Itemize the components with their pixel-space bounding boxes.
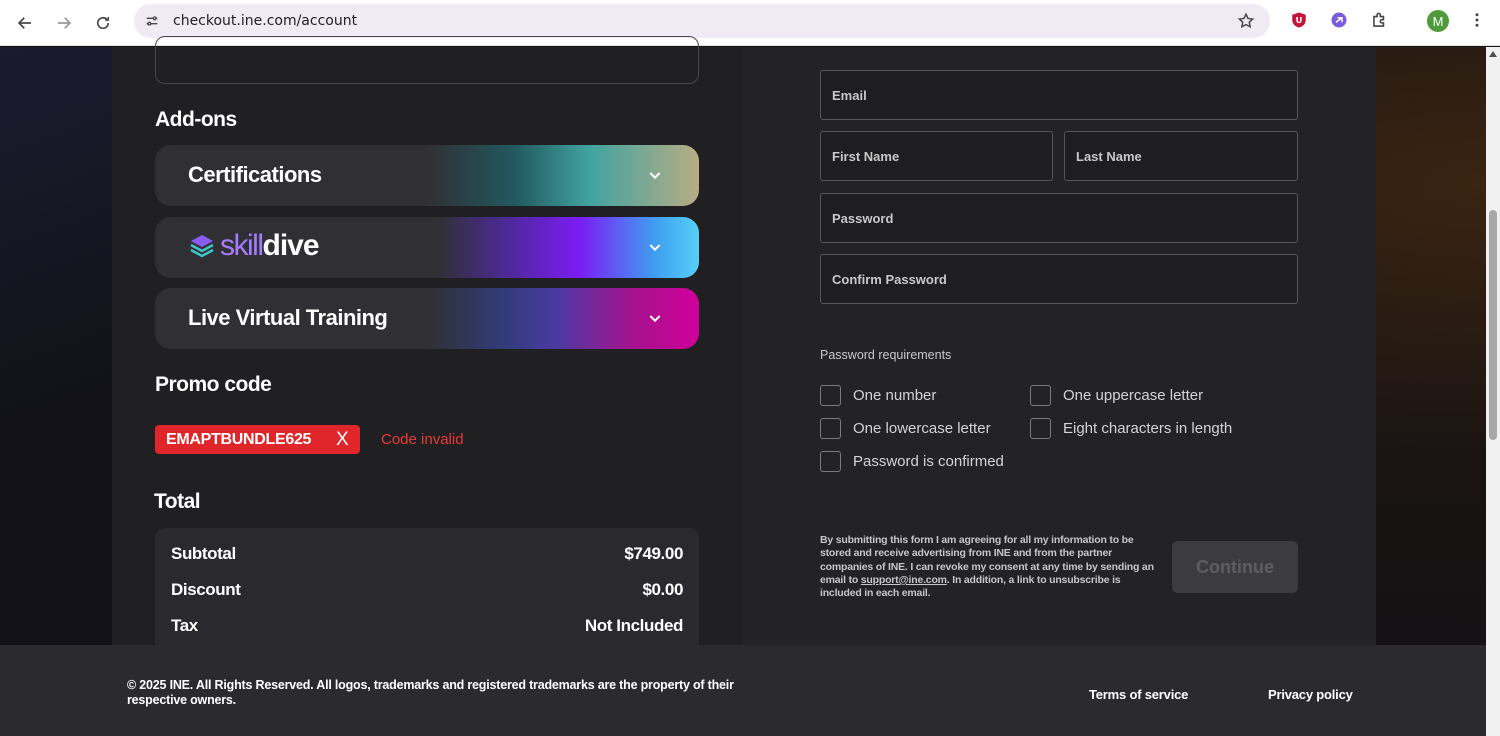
addon-lvt-label: Live Virtual Training [188, 305, 388, 330]
previous-section-box [155, 36, 699, 84]
requirement-one-lowercase: One lowercase letter [820, 418, 991, 439]
bookmark-star-icon[interactable] [1236, 11, 1256, 31]
ublock-icon[interactable]: U [1289, 10, 1309, 30]
requirement-eight-chars: Eight characters in length [1030, 418, 1232, 439]
remove-promo-button[interactable]: X [336, 429, 349, 451]
requirement-label: Password is confirmed [853, 453, 1004, 470]
checkbox [820, 385, 841, 406]
page-footer: © 2025 INE. All Rights Reserved. All log… [0, 645, 1486, 736]
email-field[interactable] [820, 70, 1298, 120]
addon-certifications[interactable]: Certifications [155, 145, 699, 206]
svg-text:U: U [1296, 15, 1303, 25]
password-field[interactable] [820, 193, 1298, 243]
continue-button[interactable]: Continue [1172, 541, 1298, 593]
tax-value: Not Included [584, 616, 684, 635]
forward-icon[interactable] [49, 8, 79, 38]
consent-text: By submitting this form I am agreeing fo… [820, 534, 1156, 600]
site-info-icon[interactable] [142, 11, 162, 31]
last-name-field[interactable] [1064, 131, 1298, 181]
tax-label: Tax [171, 616, 198, 635]
support-email-link[interactable]: support@ine.com [861, 574, 947, 586]
skilldive-logo-text-a: skill [220, 229, 264, 262]
promo-heading: Promo code [155, 373, 272, 396]
requirement-label: Eight characters in length [1063, 420, 1233, 437]
reload-icon[interactable] [88, 8, 118, 38]
extension-icon[interactable] [1329, 10, 1349, 30]
skilldive-logo: skill dive [188, 229, 320, 263]
requirement-label: One number [853, 387, 937, 404]
puzzle-icon[interactable] [1369, 10, 1389, 30]
promo-code-chip: EMAPTBUNDLE625 X [155, 425, 360, 454]
addon-skilldive[interactable]: skill dive [155, 217, 699, 278]
page-scrollbar[interactable] [1486, 47, 1500, 736]
checkbox [820, 451, 841, 472]
requirement-one-number: One number [820, 385, 936, 406]
promo-code-value: EMAPTBUNDLE625 [166, 431, 312, 448]
skilldive-layers-icon [190, 235, 214, 258]
discount-value: $0.00 [642, 580, 683, 599]
subtotal-label: Subtotal [171, 544, 236, 563]
scroll-up-arrow-icon[interactable] [1489, 51, 1497, 57]
requirement-one-uppercase: One uppercase letter [1030, 385, 1203, 406]
chevron-down-icon [649, 172, 661, 180]
promo-status-text: Code invalid [381, 431, 464, 448]
password-requirements-title: Password requirements [820, 348, 952, 362]
scroll-thumb[interactable] [1489, 210, 1497, 440]
url-text[interactable]: checkout.ine.com/account [173, 13, 357, 29]
confirm-password-field[interactable] [820, 254, 1298, 304]
copyright-text: © 2025 INE. All Rights Reserved. All log… [127, 678, 734, 707]
first-name-field[interactable] [820, 131, 1053, 181]
last-name-input[interactable] [1065, 132, 1297, 180]
addon-live-virtual-training[interactable]: Live Virtual Training [155, 288, 699, 349]
requirement-confirmed: Password is confirmed [820, 451, 1004, 472]
addons-heading: Add-ons [155, 108, 237, 131]
email-input[interactable] [821, 71, 1297, 119]
left-backdrop [0, 47, 112, 645]
menu-dots-icon[interactable] [1467, 10, 1487, 30]
total-heading: Total [154, 490, 201, 513]
addon-certifications-label: Certifications [188, 162, 322, 187]
password-input[interactable] [821, 194, 1297, 242]
requirement-label: One lowercase letter [853, 420, 991, 437]
terms-of-service-link[interactable]: Terms of service [1089, 687, 1188, 702]
skilldive-logo-text-b: dive [262, 229, 320, 262]
address-bar[interactable]: checkout.ine.com/account [134, 4, 1270, 38]
back-icon[interactable] [10, 8, 40, 38]
subtotal-value: $749.00 [624, 544, 683, 563]
discount-label: Discount [171, 580, 241, 599]
checkbox [1030, 385, 1051, 406]
checkbox [1030, 418, 1051, 439]
first-name-input[interactable] [821, 132, 1052, 180]
chevron-down-icon [649, 315, 661, 323]
chevron-down-icon [649, 244, 661, 252]
privacy-policy-link[interactable]: Privacy policy [1268, 687, 1353, 702]
requirement-label: One uppercase letter [1063, 387, 1204, 404]
confirm-password-input[interactable] [821, 255, 1297, 303]
profile-avatar[interactable]: M [1427, 10, 1449, 32]
checkbox [820, 418, 841, 439]
